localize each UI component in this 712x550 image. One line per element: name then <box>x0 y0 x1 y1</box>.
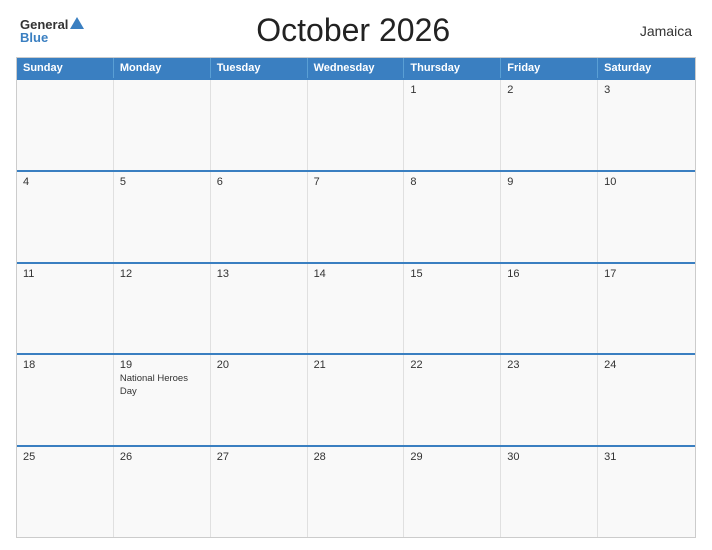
day-number: 24 <box>604 359 689 371</box>
col-header-friday: Friday <box>501 58 598 78</box>
day-number: 17 <box>604 268 689 280</box>
cal-cell: 2 <box>501 80 598 170</box>
cal-cell: 30 <box>501 447 598 537</box>
col-header-thursday: Thursday <box>404 58 501 78</box>
cal-cell: 5 <box>114 172 211 262</box>
day-number: 2 <box>507 84 591 96</box>
day-number: 6 <box>217 176 301 188</box>
cal-cell: 24 <box>598 355 695 445</box>
day-number: 18 <box>23 359 107 371</box>
cal-cell: 23 <box>501 355 598 445</box>
page: General Blue October 2026 Jamaica Sunday… <box>0 0 712 550</box>
day-number: 25 <box>23 451 107 463</box>
day-number: 14 <box>314 268 398 280</box>
day-number: 30 <box>507 451 591 463</box>
cal-cell: 16 <box>501 264 598 354</box>
day-number: 8 <box>410 176 494 188</box>
calendar-title: October 2026 <box>84 12 622 49</box>
cal-cell: 21 <box>308 355 405 445</box>
cal-cell: 12 <box>114 264 211 354</box>
cal-cell: 19 National Heroes Day <box>114 355 211 445</box>
day-number: 22 <box>410 359 494 371</box>
day-number: 31 <box>604 451 689 463</box>
logo-blue-text: Blue <box>20 31 48 44</box>
day-number: 10 <box>604 176 689 188</box>
cal-cell: 14 <box>308 264 405 354</box>
day-number: 19 <box>120 359 204 371</box>
day-number: 23 <box>507 359 591 371</box>
calendar-body: 12345678910111213141516171819National He… <box>17 78 695 537</box>
day-number: 12 <box>120 268 204 280</box>
col-header-wednesday: Wednesday <box>308 58 405 78</box>
logo-triangle-icon <box>70 17 84 29</box>
country-label: Jamaica <box>622 23 692 39</box>
calendar-header-row: SundayMondayTuesdayWednesdayThursdayFrid… <box>17 58 695 78</box>
day-number: 20 <box>217 359 301 371</box>
cal-cell: 7 <box>308 172 405 262</box>
week-row-1: 1 2 3 <box>17 78 695 170</box>
day-number: 27 <box>217 451 301 463</box>
day-number: 15 <box>410 268 494 280</box>
cal-cell: 1 <box>404 80 501 170</box>
cal-cell: 4 <box>17 172 114 262</box>
cal-cell <box>308 80 405 170</box>
day-number: 28 <box>314 451 398 463</box>
cal-cell: 15 <box>404 264 501 354</box>
cal-cell: 22 <box>404 355 501 445</box>
cal-cell <box>17 80 114 170</box>
cal-cell: 13 <box>211 264 308 354</box>
week-row-2: 4 5 6 78 9 10 <box>17 170 695 262</box>
day-number: 5 <box>120 176 204 188</box>
col-header-sunday: Sunday <box>17 58 114 78</box>
week-row-5: 25 26 27 28 29 30 31 <box>17 445 695 537</box>
day-number: 9 <box>507 176 591 188</box>
cal-cell: 9 <box>501 172 598 262</box>
cal-cell: 18 <box>17 355 114 445</box>
day-number: 13 <box>217 268 301 280</box>
cal-cell <box>114 80 211 170</box>
cal-cell: 10 <box>598 172 695 262</box>
cal-cell: 31 <box>598 447 695 537</box>
cal-cell: 28 <box>308 447 405 537</box>
event-label: National Heroes Day <box>120 373 204 398</box>
cal-cell: 25 <box>17 447 114 537</box>
day-number: 1 <box>410 84 494 96</box>
week-row-4: 18 19 National Heroes Day 20 21 22 23 24 <box>17 353 695 445</box>
calendar: SundayMondayTuesdayWednesdayThursdayFrid… <box>16 57 696 538</box>
cal-cell: 27 <box>211 447 308 537</box>
cal-cell: 29 <box>404 447 501 537</box>
logo-general-text: General <box>20 18 68 31</box>
cal-cell: 17 <box>598 264 695 354</box>
day-number: 16 <box>507 268 591 280</box>
logo: General Blue <box>20 17 84 44</box>
header: General Blue October 2026 Jamaica <box>16 12 696 49</box>
cal-cell: 3 <box>598 80 695 170</box>
cal-cell: 11 <box>17 264 114 354</box>
cal-cell <box>211 80 308 170</box>
col-header-tuesday: Tuesday <box>211 58 308 78</box>
week-row-3: 11 12 13 14 15 16 17 <box>17 262 695 354</box>
day-number: 26 <box>120 451 204 463</box>
day-number: 21 <box>314 359 398 371</box>
day-number: 11 <box>23 268 107 280</box>
cal-cell: 6 <box>211 172 308 262</box>
day-number: 4 <box>23 176 107 188</box>
cal-cell: 8 <box>404 172 501 262</box>
col-header-saturday: Saturday <box>598 58 695 78</box>
day-number: 7 <box>314 176 398 188</box>
day-number: 29 <box>410 451 494 463</box>
day-number: 3 <box>604 84 689 96</box>
cal-cell: 20 <box>211 355 308 445</box>
col-header-monday: Monday <box>114 58 211 78</box>
cal-cell: 26 <box>114 447 211 537</box>
